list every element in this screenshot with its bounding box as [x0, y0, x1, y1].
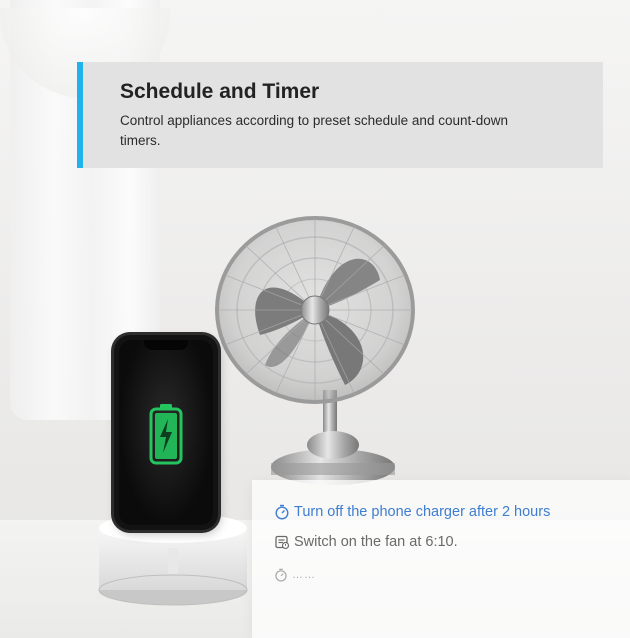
phone-notch	[144, 340, 188, 350]
task-text: Switch on the fan at 6:10.	[294, 534, 458, 550]
task-text: ……	[292, 569, 316, 581]
smartphone	[114, 335, 218, 530]
schedule-icon	[274, 534, 290, 550]
timer-icon	[274, 568, 288, 582]
task-item: Switch on the fan at 6:10.	[274, 534, 458, 550]
fan-icon	[215, 216, 415, 485]
banner-accent-bar	[77, 62, 83, 168]
feature-banner: Schedule and Timer Control appliances ac…	[77, 62, 603, 168]
task-item: Turn off the phone charger after 2 hours	[274, 504, 550, 520]
task-list-panel: Turn off the phone charger after 2 hours…	[252, 480, 630, 638]
banner-description: Control appliances according to preset s…	[120, 113, 508, 148]
task-item: ……	[274, 568, 316, 582]
banner-title: Schedule and Timer	[120, 80, 320, 103]
timer-icon	[274, 504, 290, 520]
desk-fan-image	[205, 205, 455, 505]
task-text: Turn off the phone charger after 2 hours	[294, 504, 551, 520]
battery-charging-icon	[149, 403, 183, 465]
